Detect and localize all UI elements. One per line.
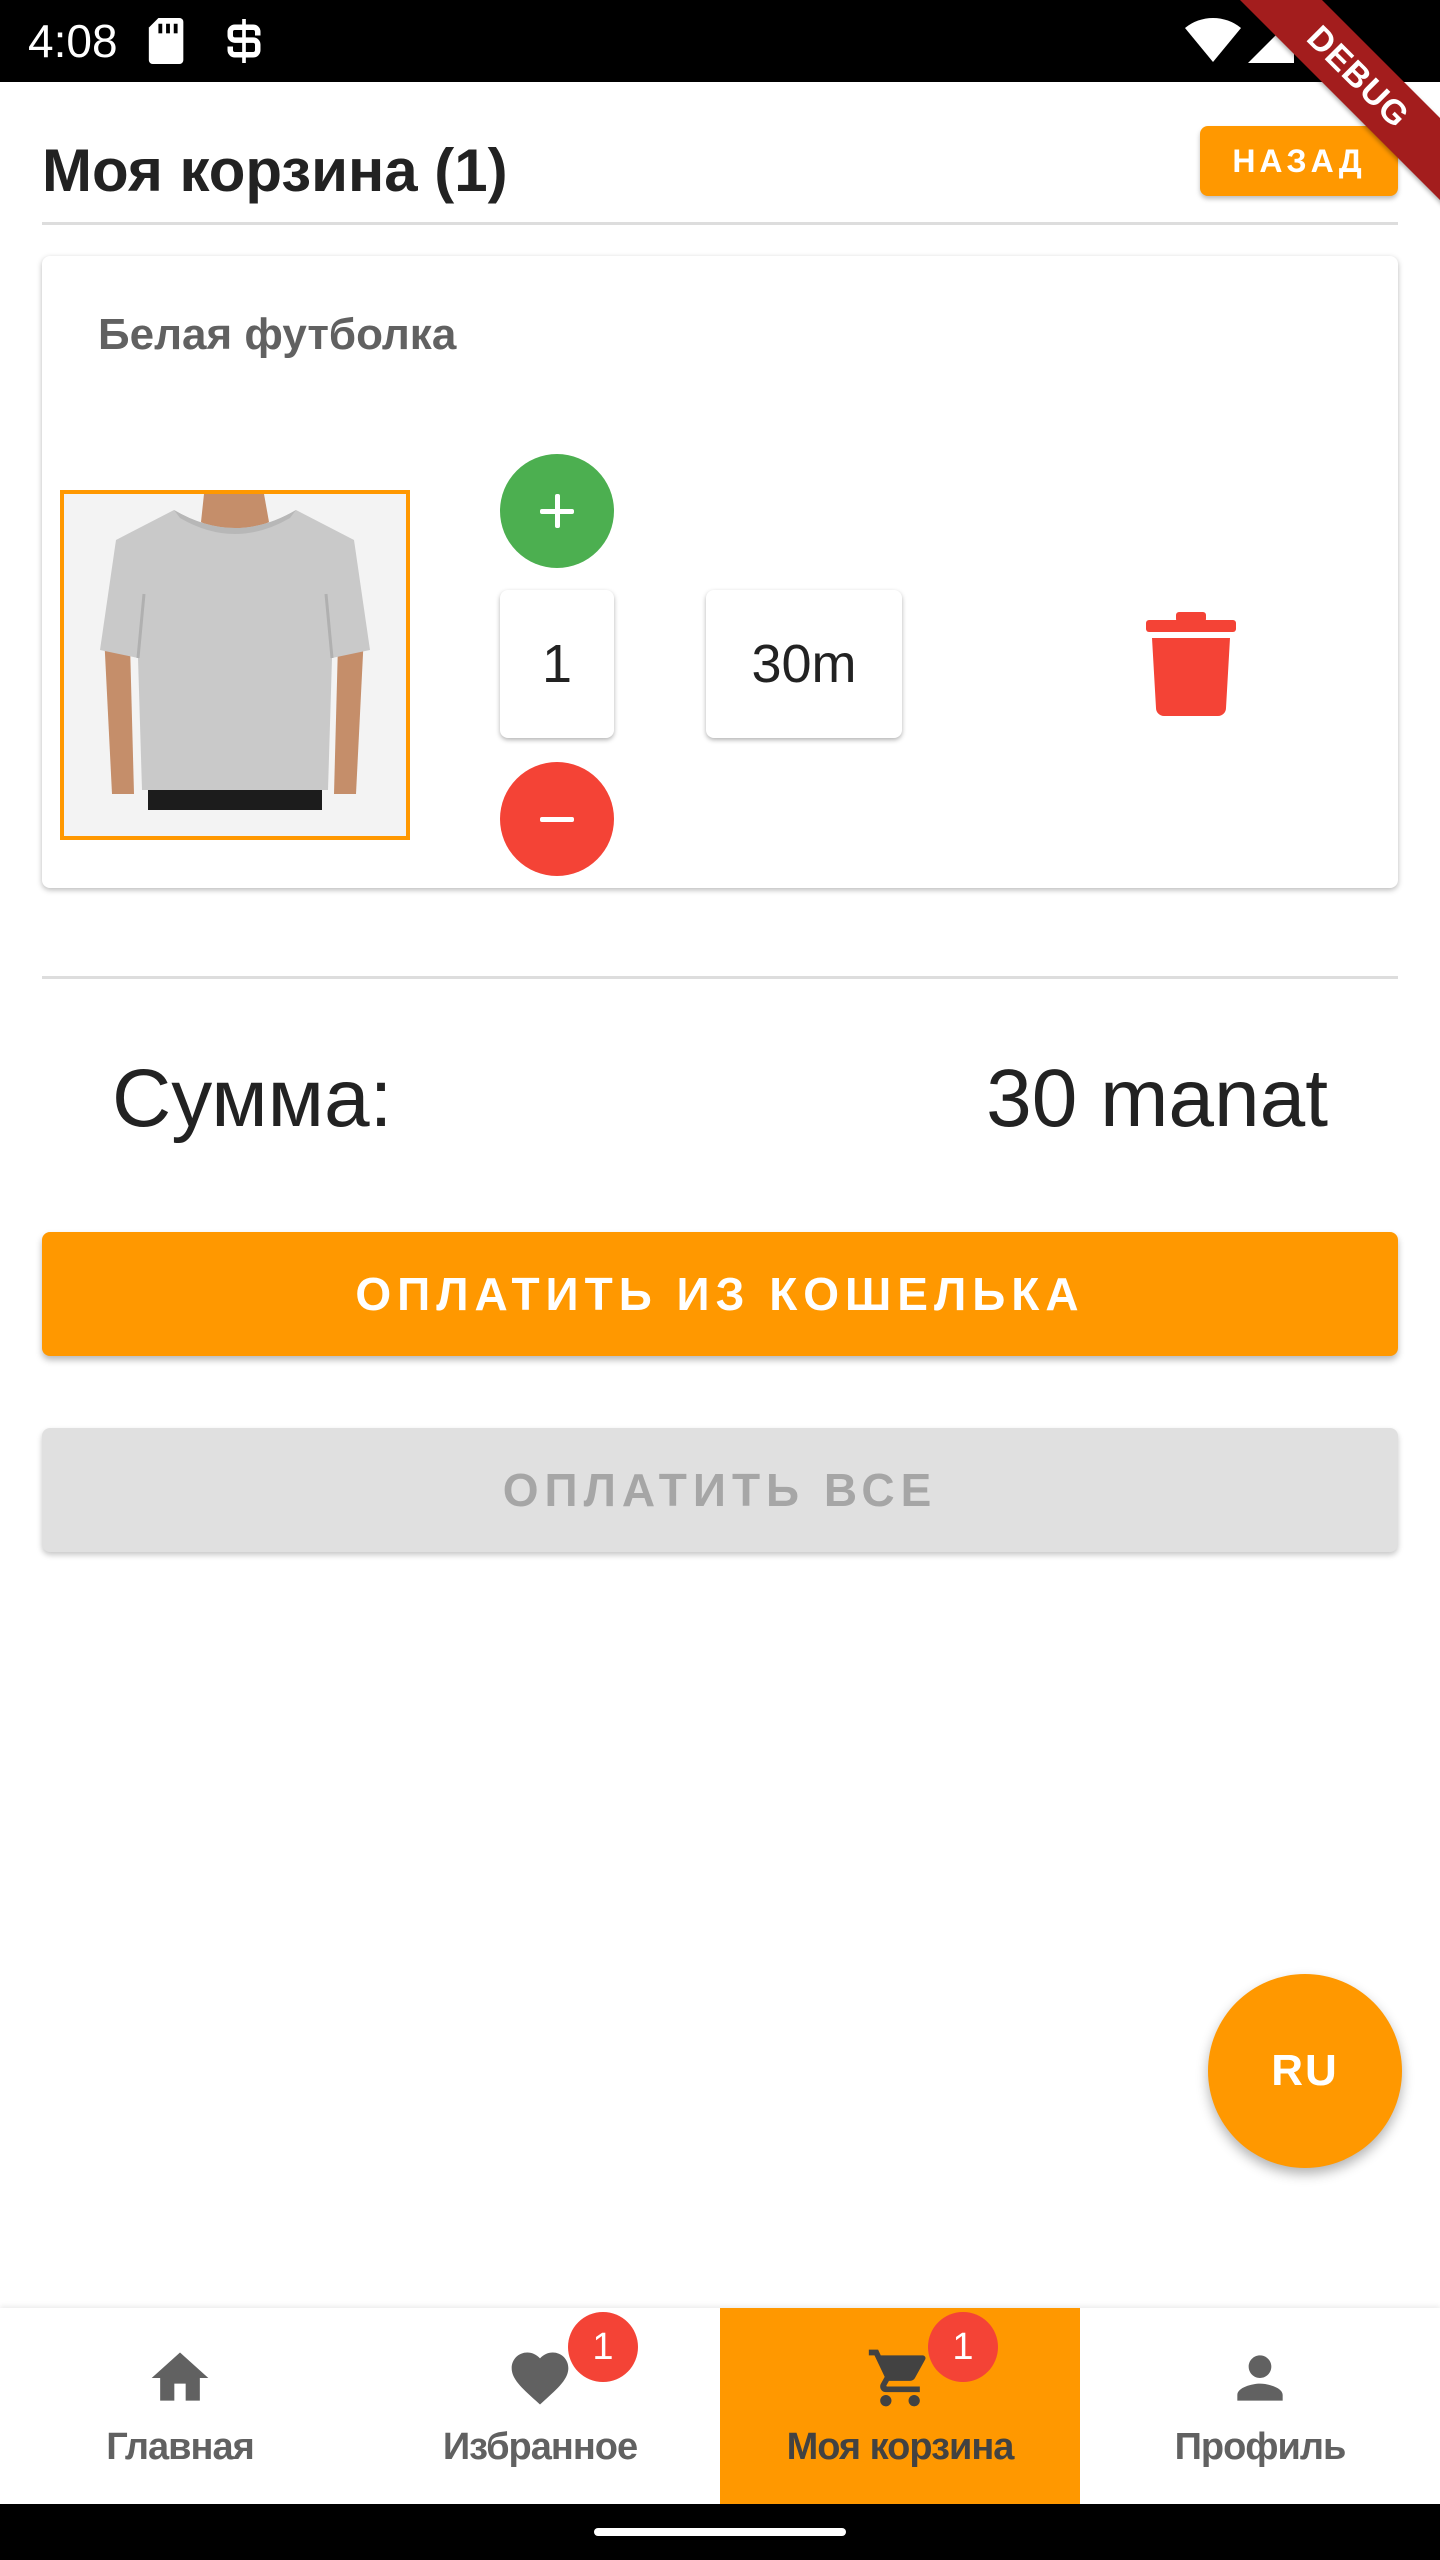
nav-label-favorites: Избранное [442,2426,638,2468]
language-button[interactable]: RU [1208,1974,1402,2168]
cart-badge: 1 [928,2312,998,2382]
total-label: Сумма: [112,1053,393,1144]
home-gesture-handle[interactable] [594,2528,846,2536]
increase-quantity-button[interactable] [500,454,614,568]
cart-icon [868,2349,926,2407]
gesture-bar [0,2504,1440,2560]
nav-label-profile: Профиль [1174,2426,1347,2468]
trash-icon[interactable] [1146,612,1236,716]
nav-label-home: Главная [106,2426,255,2468]
item-price: 30m [706,590,902,738]
product-image[interactable] [60,490,410,840]
person-icon [1237,2355,1283,2401]
pay-from-wallet-button[interactable]: ОПЛАТИТЬ ИЗ КОШЕЛЬКА [42,1232,1398,1356]
status-bar: 4:08 [0,0,1440,82]
heart-icon [511,2352,569,2405]
home-icon [151,2352,209,2401]
status-time: 4:08 [28,15,118,67]
summary-divider [42,976,1398,979]
header-divider [42,222,1398,225]
nav-item-cart[interactable]: 1 Моя корзина [720,2308,1080,2504]
bottom-navigation: Главная 1 Избранное 1 Моя корзина Профил… [0,2308,1440,2504]
nav-item-favorites[interactable]: 1 Избранное [360,2308,720,2504]
quantity-value: 1 [500,590,614,738]
pay-all-button[interactable]: ОПЛАТИТЬ ВСЕ [42,1428,1398,1552]
decrease-quantity-button[interactable] [500,762,614,876]
total-value: 30 manat [986,1053,1328,1144]
favorites-badge: 1 [568,2312,638,2382]
nav-label-cart: Моя корзина [786,2426,1015,2468]
wifi-icon [1185,17,1241,63]
vpn-icon [227,19,261,63]
sd-card-icon [148,18,184,64]
nav-item-home[interactable]: Главная [0,2308,360,2504]
back-button[interactable]: НАЗАД [1200,126,1398,196]
nav-item-profile[interactable]: Профиль [1080,2308,1440,2504]
tshirt-image [64,494,406,836]
cart-item-name: Белая футболка [98,310,457,359]
page-title: Моя корзина (1) [42,137,508,204]
